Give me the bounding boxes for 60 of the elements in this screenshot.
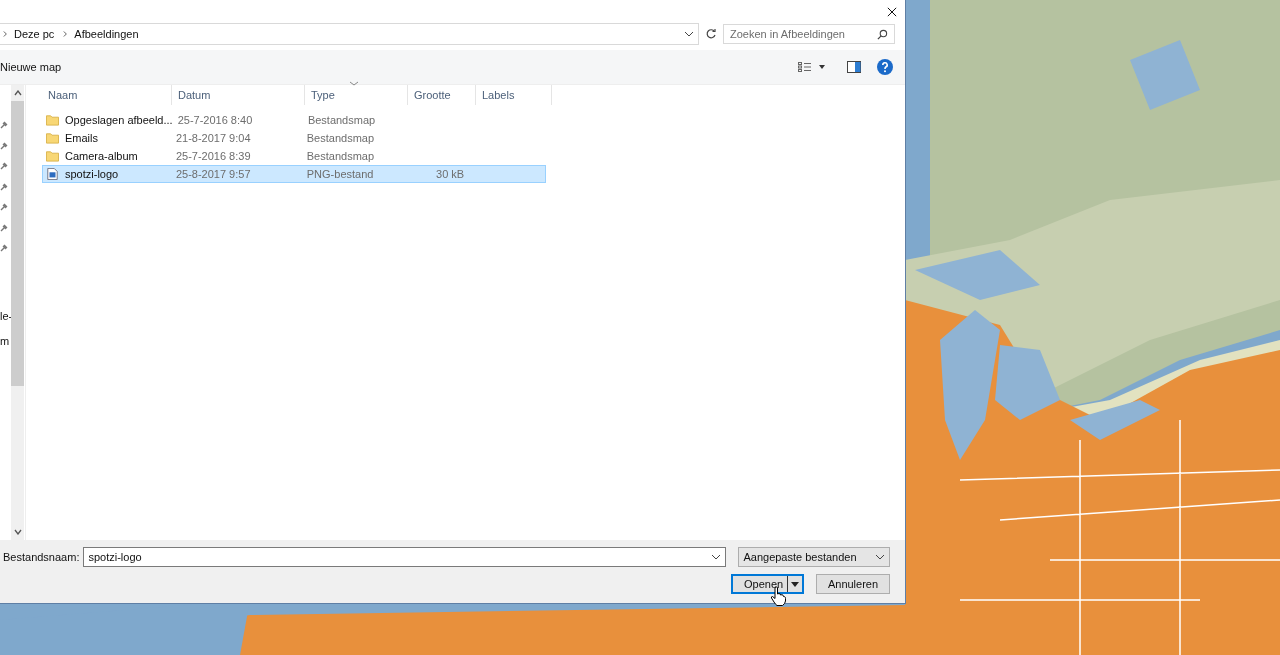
help-icon[interactable]: [877, 59, 893, 75]
file-type: Bestandsmap: [306, 150, 375, 162]
image-file-icon: [46, 168, 59, 180]
nav-item[interactable]: m: [0, 334, 11, 347]
file-row[interactable]: Camera-album 25-7-2016 8:39 Bestandsmap: [42, 147, 546, 165]
column-header[interactable]: Labels: [476, 85, 552, 105]
file-date: 25-8-2017 9:57: [175, 168, 251, 180]
file-row[interactable]: Opgeslagen afbeeld... 25-7-2016 8:40 Bestandsmap: [42, 111, 546, 129]
dropdown-chevron-icon: [875, 554, 885, 560]
view-options-icon[interactable]: [797, 62, 827, 72]
file-date: 25-7-2016 8:40: [177, 114, 253, 126]
file-type: PNG-bestand: [306, 168, 374, 180]
search-icon: [877, 28, 888, 40]
open-split-button[interactable]: Openen: [731, 574, 804, 594]
new-folder-button[interactable]: Nieuwe map: [0, 61, 62, 73]
close-icon[interactable]: [887, 7, 897, 17]
pin-icon[interactable]: [0, 162, 8, 170]
file-size: 30 kB: [436, 168, 465, 180]
pin-icon[interactable]: [0, 121, 8, 129]
scroll-up-icon[interactable]: [13, 90, 22, 96]
caret-icon[interactable]: [791, 581, 799, 587]
file-name: Emails: [65, 132, 98, 144]
folder-icon: [46, 114, 59, 126]
dropdown-chevron-icon[interactable]: [711, 554, 722, 560]
address-bar[interactable]: Deze pc Afbeeldingen: [0, 23, 699, 45]
file-name: spotzi-logo: [65, 168, 119, 180]
pin-icon[interactable]: [0, 223, 8, 232]
pin-icon[interactable]: [0, 244, 8, 252]
file-name: Opgeslagen afbeeld...: [65, 114, 173, 126]
filename-label: Bestandsnaam:: [3, 551, 80, 563]
filename-field[interactable]: spotzi-logo: [83, 547, 727, 567]
dropdown-chevron-icon[interactable]: [684, 31, 694, 37]
file-type: Bestandsmap: [306, 132, 375, 144]
scrollbar-thumb[interactable]: [11, 101, 24, 386]
scroll-down-icon[interactable]: [13, 529, 22, 535]
folder-icon: [46, 150, 59, 162]
file-type: Bestandsmap: [307, 114, 376, 126]
refresh-icon[interactable]: [705, 28, 717, 40]
chevron-right-icon: [63, 30, 69, 38]
pin-icon[interactable]: [0, 141, 8, 150]
column-header[interactable]: Grootte: [408, 85, 476, 105]
chevron-right-icon: [3, 30, 8, 38]
breadcrumb-item[interactable]: Afbeeldingen: [74, 28, 139, 40]
file-date: 25-7-2016 8:39: [175, 150, 251, 162]
preview-pane-icon[interactable]: [847, 61, 861, 73]
pin-icon[interactable]: [0, 203, 8, 211]
column-header[interactable]: Naam: [42, 85, 172, 105]
pin-icon[interactable]: [0, 182, 8, 191]
file-row[interactable]: Emails 21-8-2017 9:04 Bestandsmap: [42, 129, 546, 147]
column-header[interactable]: Datum: [172, 85, 305, 105]
search-field[interactable]: Zoeken in Afbeeldingen: [723, 24, 895, 44]
breadcrumb-item[interactable]: Deze pc: [14, 28, 55, 40]
file-date: 21-8-2017 9:04: [175, 132, 251, 144]
file-row[interactable]: spotzi-logo 25-8-2017 9:57 PNG-bestand 30 kB: [42, 165, 546, 183]
folder-icon: [46, 132, 59, 144]
file-type-dropdown[interactable]: Aangepaste bestanden: [738, 547, 890, 567]
cancel-button[interactable]: Annuleren: [816, 574, 890, 594]
column-header[interactable]: Type: [305, 85, 408, 105]
file-name: Camera-album: [65, 150, 138, 162]
nav-item[interactable]: le-: [0, 310, 11, 322]
